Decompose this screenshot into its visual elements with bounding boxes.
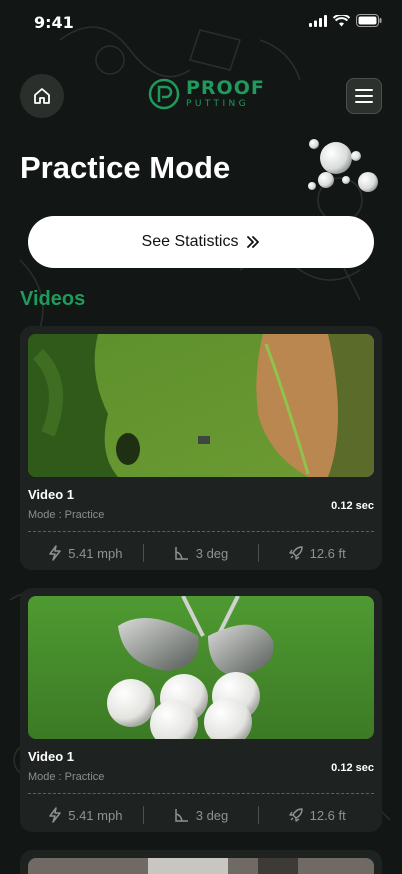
video-metrics: 5.41 mph 3 deg 12.6 ft	[28, 540, 374, 566]
logo-text: PROOF PUTTING	[186, 79, 265, 109]
double-chevron-right-icon	[247, 236, 260, 248]
wifi-icon	[333, 14, 350, 26]
brand-logo: PROOF PUTTING	[148, 78, 265, 110]
home-button[interactable]	[20, 74, 64, 118]
aerial-green-image	[28, 334, 374, 477]
home-icon	[34, 88, 50, 104]
divider	[28, 531, 374, 532]
angle-icon	[174, 809, 188, 822]
video-card[interactable]: Video 1 Mode : Practice 0.12 sec 5.41 mp…	[20, 326, 382, 570]
status-icons	[309, 14, 382, 27]
metric-angle: 3 deg	[144, 545, 259, 561]
videos-section-title: Videos	[20, 288, 86, 310]
video-title: Video 1	[28, 487, 75, 502]
status-time: 9:41	[34, 13, 74, 32]
speed-value: 5.41 mph	[68, 807, 123, 823]
distance-value: 12.6 ft	[309, 545, 346, 561]
brand-tagline: PUTTING	[186, 99, 250, 109]
video-thumbnail[interactable]	[28, 596, 374, 739]
angle-value: 3 deg	[195, 807, 229, 823]
brand-name: PROOF	[186, 77, 265, 99]
divider	[28, 793, 374, 794]
page-title: Practice Mode	[20, 150, 231, 185]
metric-speed: 5.41 mph	[28, 545, 143, 561]
golf-balls-image	[28, 596, 374, 739]
status-bar: 9:41	[0, 0, 402, 44]
battery-icon	[356, 14, 382, 27]
video-card[interactable]: Video 1 Mode : Practice 0.12 sec 5.41 mp…	[20, 588, 382, 832]
lightning-icon	[49, 807, 61, 823]
distance-value: 12.6 ft	[309, 807, 346, 823]
menu-icon	[355, 89, 373, 103]
golf-balls-decoration	[308, 139, 378, 192]
lightning-icon	[49, 545, 61, 561]
see-statistics-label: See Statistics	[141, 233, 239, 250]
see-statistics-button[interactable]: See Statistics	[28, 216, 374, 268]
metric-angle: 3 deg	[144, 807, 259, 823]
rocket-icon	[288, 808, 303, 822]
metric-speed: 5.41 mph	[28, 807, 143, 823]
video-thumbnail[interactable]	[28, 334, 374, 477]
angle-icon	[174, 547, 188, 560]
speed-value: 5.41 mph	[68, 545, 123, 561]
rocket-icon	[288, 546, 303, 560]
video-mode: Mode : Practice	[28, 771, 105, 783]
metric-distance: 12.6 ft	[259, 545, 374, 561]
video-card[interactable]	[20, 850, 382, 874]
angle-value: 3 deg	[195, 545, 229, 561]
video-duration: 0.12 sec	[331, 762, 374, 774]
metric-distance: 12.6 ft	[259, 807, 374, 823]
video-thumbnail-image	[28, 858, 374, 874]
video-thumbnail[interactable]	[28, 858, 374, 874]
logo-mark-icon	[148, 78, 180, 110]
video-duration: 0.12 sec	[331, 500, 374, 512]
menu-button[interactable]	[346, 78, 382, 114]
video-metrics: 5.41 mph 3 deg 12.6 ft	[28, 802, 374, 828]
video-mode: Mode : Practice	[28, 509, 105, 521]
signal-icon	[309, 14, 327, 27]
video-title: Video 1	[28, 749, 75, 764]
